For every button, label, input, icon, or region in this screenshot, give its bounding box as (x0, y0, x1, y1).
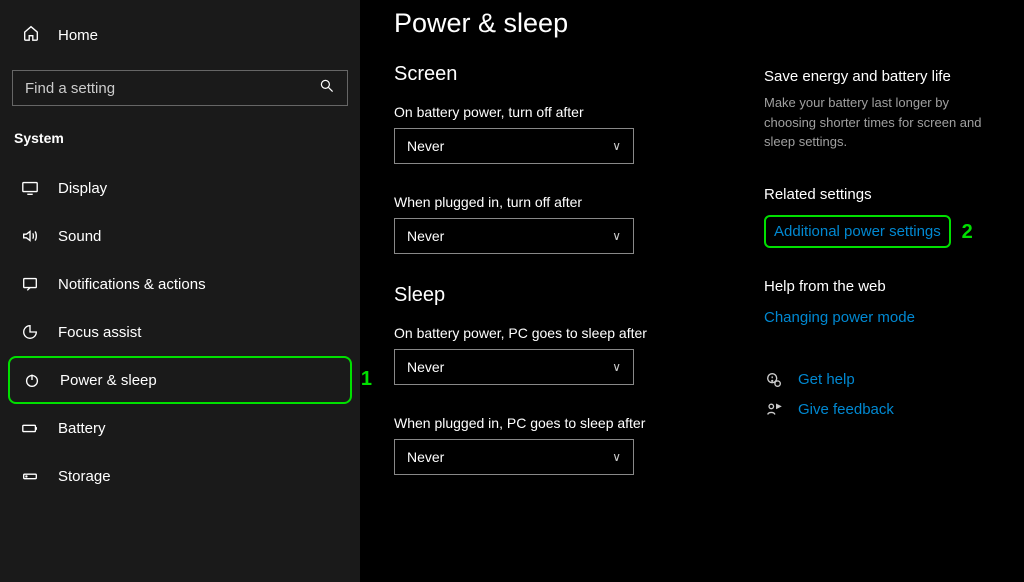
sleep-plugged-label: When plugged in, PC goes to sleep after (394, 415, 728, 431)
power-icon (22, 370, 42, 390)
section-system-label: System (0, 122, 360, 164)
sleep-plugged-dropdown[interactable]: Never ∨ (394, 439, 634, 475)
sidebar-item-label: Notifications & actions (58, 276, 206, 293)
annotation-highlight-2: Additional power settings 2 (764, 215, 951, 248)
related-settings-title: Related settings (764, 186, 990, 203)
help-from-web-title: Help from the web (764, 278, 990, 295)
chevron-down-icon: ∨ (612, 360, 621, 374)
sidebar-item-notifications[interactable]: Notifications & actions (0, 260, 360, 308)
sidebar-item-label: Battery (58, 420, 106, 437)
screen-battery-label: On battery power, turn off after (394, 104, 728, 120)
storage-icon (20, 466, 40, 486)
dropdown-value: Never (407, 228, 444, 244)
sleep-heading: Sleep (394, 284, 728, 307)
notifications-icon (20, 274, 40, 294)
screen-plugged-label: When plugged in, turn off after (394, 194, 728, 210)
sleep-battery-label: On battery power, PC goes to sleep after (394, 325, 728, 341)
sidebar-item-power-sleep[interactable]: Power & sleep (10, 358, 350, 402)
help-icon (764, 370, 784, 390)
screen-heading: Screen (394, 63, 728, 86)
sidebar-item-battery[interactable]: Battery (0, 404, 360, 452)
dropdown-value: Never (407, 138, 444, 154)
screen-plugged-dropdown[interactable]: Never ∨ (394, 218, 634, 254)
sound-icon (20, 226, 40, 246)
chevron-down-icon: ∨ (612, 229, 621, 243)
sidebar-item-display[interactable]: Display (0, 164, 360, 212)
chevron-down-icon: ∨ (612, 450, 621, 464)
sidebar: Home System Display Sound Notifications … (0, 0, 360, 582)
annotation-number-2: 2 (962, 221, 973, 244)
sidebar-item-sound[interactable]: Sound (0, 212, 360, 260)
save-energy-desc: Make your battery last longer by choosin… (764, 93, 990, 152)
changing-power-mode-link[interactable]: Changing power mode (764, 309, 990, 326)
annotation-number-1: 1 (361, 368, 372, 391)
screen-battery-dropdown[interactable]: Never ∨ (394, 128, 634, 164)
sidebar-item-focus-assist[interactable]: Focus assist (0, 308, 360, 356)
display-icon (20, 178, 40, 198)
nav-home[interactable]: Home (0, 10, 360, 60)
battery-icon (20, 418, 40, 438)
sidebar-item-label: Focus assist (58, 324, 141, 341)
sidebar-item-label: Power & sleep (60, 372, 157, 389)
sleep-battery-dropdown[interactable]: Never ∨ (394, 349, 634, 385)
home-icon (22, 24, 40, 46)
nav-home-label: Home (58, 27, 98, 44)
chevron-down-icon: ∨ (612, 139, 621, 153)
page-title: Power & sleep (394, 8, 728, 39)
search-icon (319, 78, 335, 99)
search-box[interactable] (12, 70, 348, 106)
give-feedback-link[interactable]: Give feedback (798, 401, 894, 418)
feedback-icon (764, 400, 784, 420)
save-energy-title: Save energy and battery life (764, 68, 990, 85)
annotation-highlight-1: Power & sleep 1 (8, 356, 352, 404)
focus-assist-icon (20, 322, 40, 342)
aside: Save energy and battery life Make your b… (764, 8, 990, 572)
dropdown-value: Never (407, 449, 444, 465)
main-content: Power & sleep Screen On battery power, t… (360, 0, 1024, 582)
sidebar-item-label: Display (58, 180, 107, 197)
get-help-link[interactable]: Get help (798, 371, 855, 388)
sidebar-item-storage[interactable]: Storage (0, 452, 360, 500)
sidebar-item-label: Storage (58, 468, 111, 485)
sidebar-item-label: Sound (58, 228, 101, 245)
dropdown-value: Never (407, 359, 444, 375)
search-input[interactable] (25, 80, 319, 97)
additional-power-settings-link[interactable]: Additional power settings (774, 223, 941, 240)
